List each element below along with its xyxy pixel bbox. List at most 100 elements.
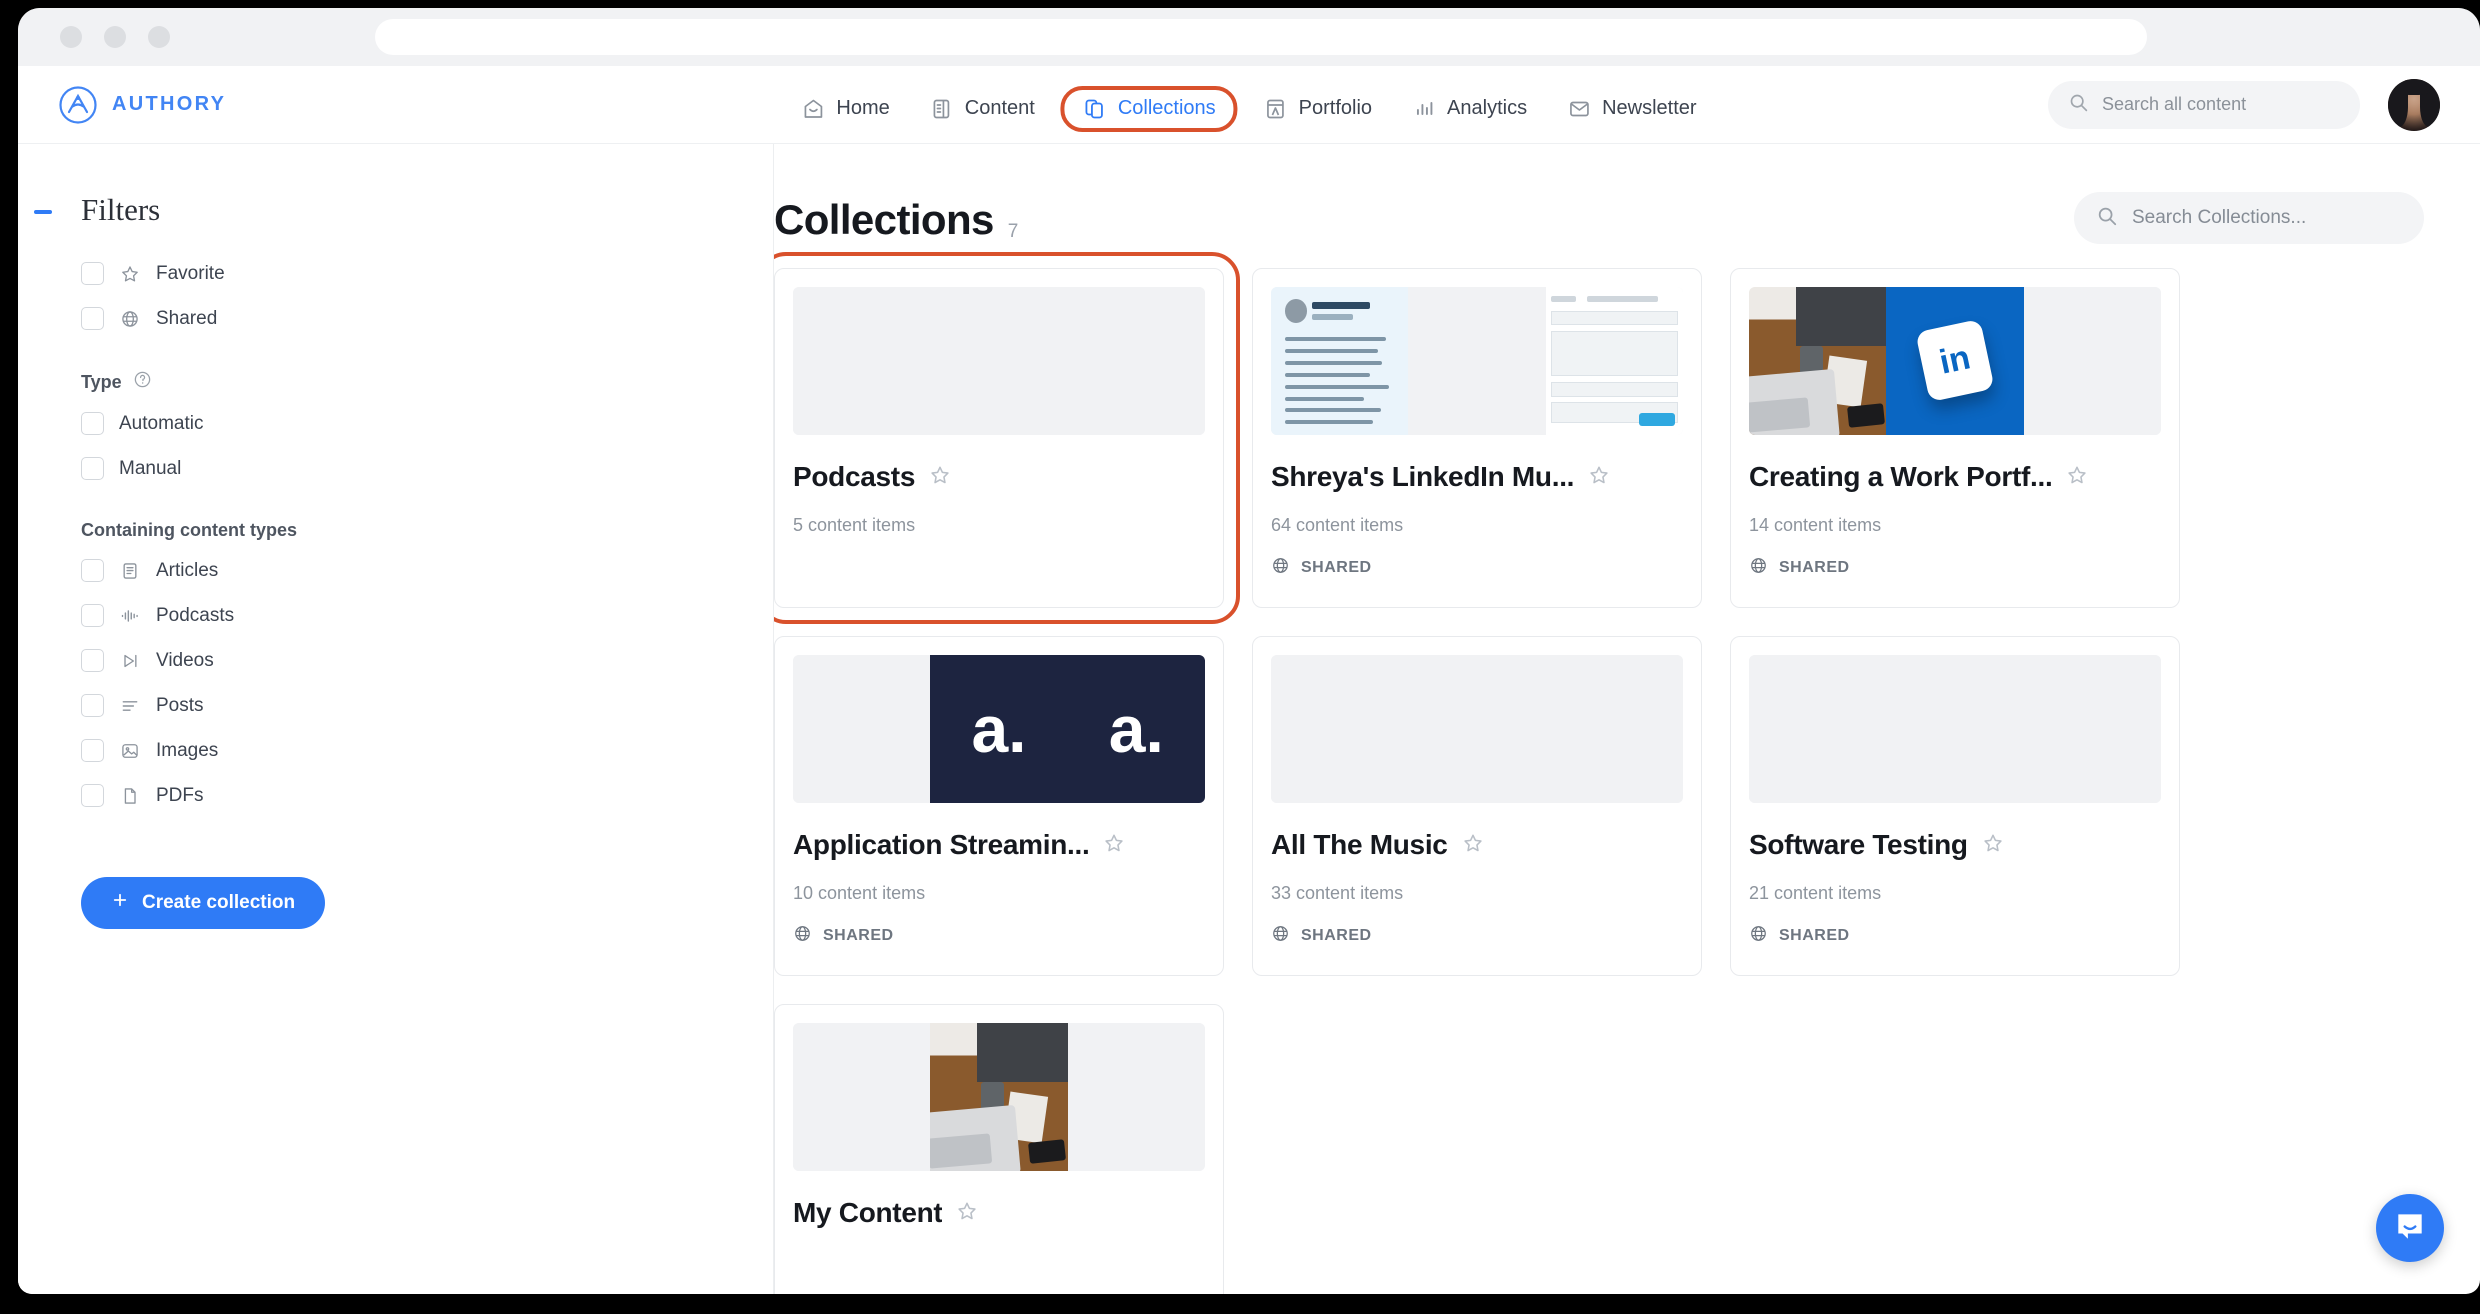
star-outline-icon[interactable] xyxy=(1982,832,2004,859)
star-outline-icon[interactable] xyxy=(2066,464,2088,491)
card-item-count: 64 content items xyxy=(1271,515,1404,535)
zoom-window-button[interactable] xyxy=(148,26,170,48)
star-outline-icon[interactable] xyxy=(956,1200,978,1227)
collection-card-shreyas-linkedin[interactable]: Shreya's LinkedIn Mu... 64 content items xyxy=(1252,268,1702,608)
thumbnail-empty xyxy=(1545,655,1683,803)
content-type-options: Articles Podcasts Videos Posts Images PD… xyxy=(18,559,773,807)
posts-checkbox[interactable] xyxy=(81,694,104,717)
global-search-input[interactable]: Search all content xyxy=(2048,80,2360,129)
intercom-chat-button[interactable] xyxy=(2376,1194,2444,1262)
filter-manual[interactable]: Manual xyxy=(81,457,773,480)
nav-label-home: Home xyxy=(836,97,890,119)
card-title: All The Music xyxy=(1271,829,1448,860)
page-title: Collections xyxy=(774,196,994,243)
card-title: Podcasts xyxy=(793,461,916,492)
filter-videos[interactable]: Videos xyxy=(81,649,773,672)
thumbnail-empty xyxy=(2023,287,2161,435)
filter-pdfs[interactable]: PDFs xyxy=(81,784,773,807)
thumbnail-empty xyxy=(1067,1023,1205,1171)
podcasts-checkbox[interactable] xyxy=(81,604,104,627)
card-title-row: My Content xyxy=(793,1197,1205,1229)
manual-checkbox[interactable] xyxy=(81,457,104,480)
create-collection-button[interactable]: Create collection xyxy=(81,877,326,929)
nav-item-newsletter[interactable]: Newsletter xyxy=(1553,88,1710,130)
star-outline-icon[interactable] xyxy=(929,464,951,491)
collection-card-all-the-music[interactable]: All The Music 33 content items SHARED xyxy=(1252,636,1702,976)
browser-url-bar[interactable] xyxy=(375,19,2147,55)
filter-images[interactable]: Images xyxy=(81,739,773,762)
article-icon xyxy=(119,560,141,582)
collection-card-software-testing[interactable]: Software Testing 21 content items SHARED xyxy=(1730,636,2180,976)
app-header: AUTHORY Home Content Collections Portfol… xyxy=(18,66,2480,144)
collection-card-creating-a-work-portfolio[interactable]: in Creating a Work Portf... 14 content i… xyxy=(1730,268,2180,608)
pdf-file-icon xyxy=(119,785,141,807)
nav-item-portfolio[interactable]: Portfolio xyxy=(1250,88,1386,130)
filter-shared[interactable]: Shared xyxy=(81,307,773,330)
collection-card-application-streaming[interactable]: a. a. Application Streamin... 10 content… xyxy=(774,636,1224,976)
nav-item-home[interactable]: Home xyxy=(787,88,903,130)
analytics-bars-icon xyxy=(1412,97,1436,121)
card-title: Application Streamin... xyxy=(793,829,1090,860)
card-thumbnails: in xyxy=(1749,287,2161,435)
videos-checkbox[interactable] xyxy=(81,649,104,672)
collections-stack-icon xyxy=(1083,97,1107,121)
pdfs-checkbox[interactable] xyxy=(81,784,104,807)
filter-posts[interactable]: Posts xyxy=(81,694,773,717)
collections-main: Collections 7 Search Collections... Podc… xyxy=(774,144,2480,1294)
card-thumbnails: a. a. xyxy=(793,655,1205,803)
favorite-checkbox[interactable] xyxy=(81,262,104,285)
search-icon xyxy=(2068,92,2089,118)
browser-titlebar xyxy=(18,8,2480,66)
collections-search-input[interactable]: Search Collections... xyxy=(2074,192,2424,244)
star-icon xyxy=(119,263,141,285)
close-window-button[interactable] xyxy=(60,26,82,48)
card-shared-label: SHARED xyxy=(1301,559,1372,576)
images-checkbox[interactable] xyxy=(81,739,104,762)
filter-automatic[interactable]: Automatic xyxy=(81,412,773,435)
filter-manual-label: Manual xyxy=(119,457,182,479)
nav-item-collections[interactable]: Collections xyxy=(1060,85,1238,132)
nav-item-analytics[interactable]: Analytics xyxy=(1398,88,1541,130)
filter-images-label: Images xyxy=(156,739,219,761)
thumbnail-empty xyxy=(1067,287,1205,435)
collection-card-podcasts[interactable]: Podcasts 5 content items xyxy=(774,252,1240,624)
authory-compass-logo-icon xyxy=(58,85,98,125)
globe-icon xyxy=(1749,556,1768,580)
brand-logo[interactable]: AUTHORY xyxy=(58,85,226,125)
shared-checkbox[interactable] xyxy=(81,307,104,330)
help-circle-icon[interactable] xyxy=(133,370,152,394)
automatic-checkbox[interactable] xyxy=(81,412,104,435)
filter-videos-label: Videos xyxy=(156,649,214,671)
card-title-row: Podcasts xyxy=(793,461,1205,493)
card-shared-badge: SHARED xyxy=(1271,924,1683,948)
minimize-window-button[interactable] xyxy=(104,26,126,48)
thumbnail-desk-photo xyxy=(930,1023,1068,1171)
filter-favorite-label: Favorite xyxy=(156,262,225,284)
card-shared-badge: SHARED xyxy=(793,924,1205,948)
newsletter-envelope-icon xyxy=(1567,97,1591,121)
nav-label-newsletter: Newsletter xyxy=(1602,97,1697,119)
nav-item-content[interactable]: Content xyxy=(916,88,1049,130)
star-outline-icon[interactable] xyxy=(1103,832,1125,859)
card-shared-badge: SHARED xyxy=(1749,556,2161,580)
thumbnail-empty xyxy=(1408,655,1546,803)
app-body: Filters Favorite Shared Type Automatic M… xyxy=(18,144,2480,1294)
thumbnail-tweet-screenshot xyxy=(1271,287,1409,435)
filter-podcasts[interactable]: Podcasts xyxy=(81,604,773,627)
thumbnail-empty xyxy=(1271,655,1409,803)
card-item-count: 14 content items xyxy=(1749,515,1882,535)
star-outline-icon[interactable] xyxy=(1588,464,1610,491)
nav-label-collections: Collections xyxy=(1117,97,1216,119)
collections-grid: Podcasts 5 content items Shreya's Linked… xyxy=(774,252,2424,1294)
articles-checkbox[interactable] xyxy=(81,559,104,582)
collection-card-my-content[interactable]: My Content xyxy=(774,1004,1224,1294)
filter-articles[interactable]: Articles xyxy=(81,559,773,582)
avatar[interactable] xyxy=(2388,78,2440,131)
content-document-icon xyxy=(930,97,954,121)
collapse-sidebar-handle[interactable] xyxy=(34,210,52,214)
filter-shared-label: Shared xyxy=(156,307,218,329)
globe-icon xyxy=(1271,924,1290,948)
filter-favorite[interactable]: Favorite xyxy=(81,262,773,285)
star-outline-icon[interactable] xyxy=(1462,832,1484,859)
thumbnail-empty xyxy=(793,287,931,435)
